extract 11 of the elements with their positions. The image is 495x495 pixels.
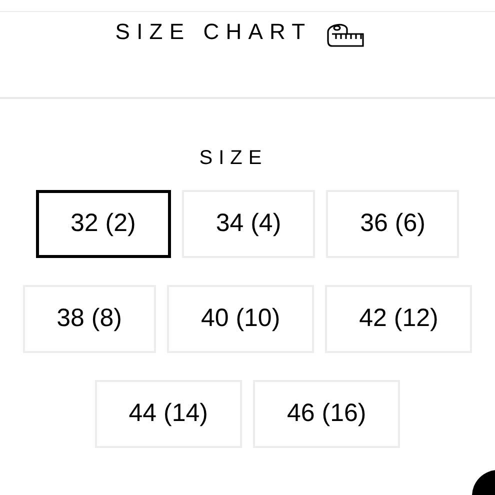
size-option[interactable]: 34 (4) xyxy=(182,190,316,258)
size-option[interactable]: 42 (12) xyxy=(325,285,472,353)
size-option[interactable]: 38 (8) xyxy=(22,285,156,353)
size-option[interactable]: 32 (2) xyxy=(36,190,171,258)
size-option[interactable]: 40 (10) xyxy=(166,285,314,353)
size-option[interactable]: 44 (14) xyxy=(94,380,242,448)
tape-measure-icon xyxy=(326,21,364,47)
size-label: SIZE xyxy=(199,146,268,171)
size-chart-title: SIZE CHART xyxy=(115,18,312,46)
size-option[interactable]: 46 (16) xyxy=(253,380,400,448)
size-option[interactable]: 36 (6) xyxy=(326,190,460,258)
